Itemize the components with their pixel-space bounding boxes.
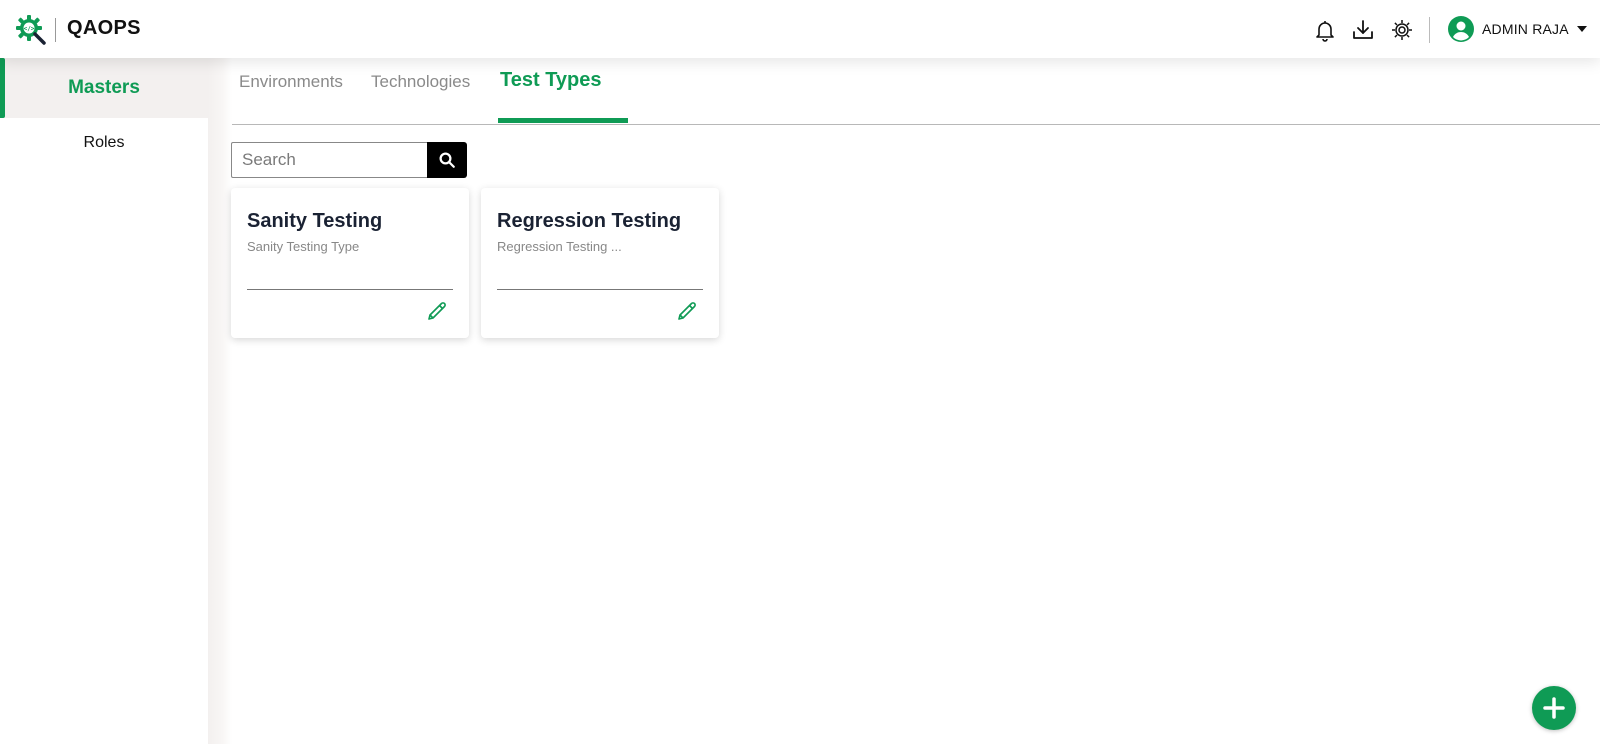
- logo-divider: [55, 18, 56, 42]
- search-icon: [439, 152, 455, 168]
- bell-icon[interactable]: [1313, 18, 1337, 42]
- app-title[interactable]: QAOPS: [67, 17, 141, 40]
- card-title: Regression Testing: [497, 210, 682, 232]
- top-header: </> QAOPS ADMIN RAJA: [0, 0, 1600, 58]
- sidebar-item-label: Masters: [68, 77, 140, 98]
- test-type-card[interactable]: Sanity Testing Sanity Testing Type: [231, 188, 469, 338]
- header-divider: [1429, 17, 1430, 43]
- user-name: ADMIN RAJA: [1482, 21, 1569, 37]
- app-logo-icon[interactable]: </>: [15, 14, 47, 46]
- download-icon[interactable]: [1351, 18, 1375, 42]
- sidebar-shadow: [208, 58, 232, 744]
- active-tab-underline: [498, 118, 628, 123]
- card-divider: [247, 289, 453, 290]
- card-title: Sanity Testing: [247, 210, 383, 232]
- tab-test-types[interactable]: Test Types: [500, 69, 602, 92]
- add-button[interactable]: [1532, 686, 1576, 730]
- test-type-card[interactable]: Regression Testing Regression Testing ..…: [481, 188, 719, 338]
- tab-divider: [232, 124, 1600, 125]
- user-menu[interactable]: ADMIN RAJA: [1448, 15, 1587, 43]
- card-subtitle: Regression Testing ...: [497, 239, 622, 254]
- pencil-edit-icon[interactable]: [425, 299, 449, 323]
- tab-bar: Environments Technologies Test Types: [232, 58, 1600, 126]
- sidebar-item-roles[interactable]: Roles: [0, 134, 208, 152]
- sidebar-item-masters[interactable]: Masters: [0, 58, 208, 118]
- card-subtitle: Sanity Testing Type: [247, 239, 360, 254]
- svg-text:</>: </>: [24, 26, 35, 33]
- tab-technologies[interactable]: Technologies: [371, 72, 470, 92]
- settings-gear-icon[interactable]: [1390, 18, 1414, 42]
- sidebar: Masters Roles: [0, 58, 208, 744]
- tab-environments[interactable]: Environments: [239, 72, 343, 92]
- user-circle-icon: [1448, 16, 1474, 42]
- search-button[interactable]: [427, 142, 467, 178]
- search-input[interactable]: [231, 142, 427, 178]
- caret-down-icon: [1576, 26, 1587, 32]
- card-divider: [497, 289, 703, 290]
- search-bar: [231, 142, 467, 178]
- plus-icon: [1543, 697, 1565, 719]
- pencil-edit-icon[interactable]: [675, 299, 699, 323]
